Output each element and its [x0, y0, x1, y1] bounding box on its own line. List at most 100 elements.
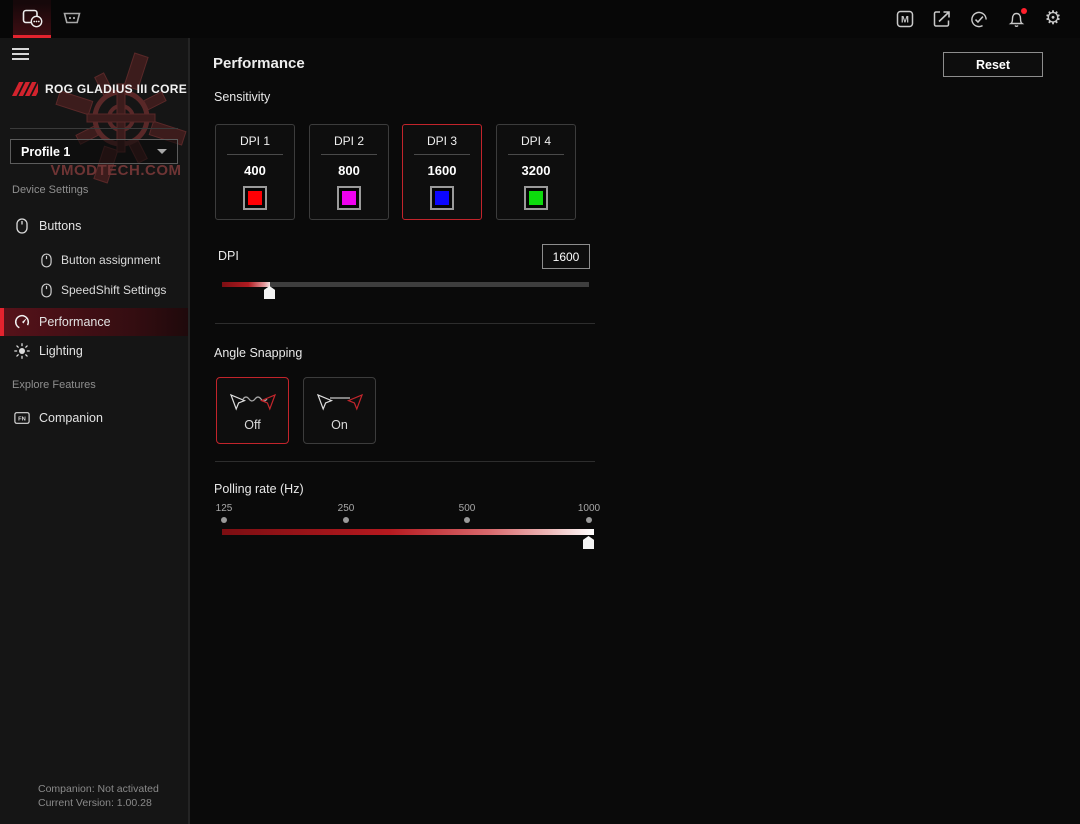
mouse-device-icon [22, 9, 42, 27]
settings-gear-icon[interactable]: ⚙ [1044, 8, 1062, 29]
angle-snapping-on-card[interactable]: On [303, 377, 376, 444]
polling-stop-dot[interactable] [343, 517, 349, 523]
dpi-preset-card-4[interactable]: DPI 4 3200 [496, 124, 576, 220]
divider [227, 154, 283, 155]
profile-selected-value: Profile 1 [21, 144, 71, 159]
dpi-preset-value: 400 [244, 163, 266, 178]
polling-tick-125: 125 [215, 503, 233, 514]
angle-snapping-off-icon [229, 393, 276, 411]
sidebar-item-label: Performance [39, 315, 111, 329]
angle-snapping-on-label: On [331, 418, 348, 432]
update-check-icon[interactable] [970, 10, 988, 28]
sidebar-item-button-assignment[interactable]: Button assignment [0, 246, 188, 274]
popout-glyph [933, 11, 950, 27]
rog-m-badge-glyph: M [896, 10, 914, 28]
dpi-preset-card-1[interactable]: DPI 1 400 [215, 124, 295, 220]
profile-dropdown[interactable]: Profile 1 [10, 139, 178, 164]
dpi-preset-card-2[interactable]: DPI 2 800 [309, 124, 389, 220]
polling-stop-dot[interactable] [586, 517, 592, 523]
sidebar-footer: Companion: Not activated Current Version… [38, 782, 159, 810]
mouse-icon [38, 282, 54, 298]
dpi-color-fill [248, 191, 262, 205]
dpi-color-swatch[interactable] [430, 186, 454, 210]
divider [215, 461, 595, 462]
gear-glyph: ⚙ [1044, 8, 1062, 29]
sidebar-item-label: SpeedShift Settings [61, 283, 167, 297]
page-title: Performance [213, 55, 305, 72]
device-name: ROG GLADIUS III CORE [45, 82, 188, 96]
sidebar-item-label: Lighting [39, 344, 83, 358]
divider [215, 323, 595, 324]
brightness-sun-icon [14, 343, 30, 359]
dpi-preset-value: 1600 [427, 163, 457, 178]
dpi-slider-fill [222, 282, 270, 287]
section-explore-features: Explore Features [12, 379, 96, 391]
notifications-bell-icon[interactable] [1007, 8, 1027, 28]
device-header: ROG GLADIUS III CORE [12, 82, 187, 96]
polling-slider-track[interactable] [222, 529, 594, 535]
mouse-icon [38, 252, 54, 268]
polling-stop-dot[interactable] [464, 517, 470, 523]
dpi-preset-label: DPI 1 [239, 134, 270, 148]
sidebar-item-label: Companion [39, 411, 103, 425]
popout-icon[interactable] [933, 10, 951, 28]
sidebar-item-lighting[interactable]: Lighting [0, 337, 188, 365]
reset-button[interactable]: Reset [943, 52, 1043, 77]
svg-text:FN: FN [18, 417, 26, 423]
mouse-icon [14, 218, 30, 234]
main-content: Performance Reset Sensitivity DPI 1 400 … [192, 38, 1080, 824]
hamburger-menu-icon[interactable] [12, 48, 29, 61]
dpi-color-swatch[interactable] [337, 186, 361, 210]
polling-stop-dot[interactable] [221, 517, 227, 523]
update-check-glyph [971, 11, 987, 27]
tab-dock-device[interactable] [53, 0, 91, 38]
polling-tick-1000: 1000 [577, 503, 601, 514]
polling-tick-250: 250 [337, 503, 355, 514]
rog-m-badge-icon[interactable]: M [896, 10, 914, 28]
polling-tick-500: 500 [458, 503, 476, 514]
dpi-slider-track[interactable] [222, 282, 589, 287]
dpi-preset-value: 3200 [521, 163, 551, 178]
polling-slider-fill [222, 529, 594, 535]
armoury-crate-window: M ⚙ VMODTECH.COM ROG GLADIUS III CORE Pr… [0, 0, 1080, 824]
dpi-color-fill [435, 191, 449, 205]
current-version: Current Version: 1.00.28 [38, 797, 152, 809]
dpi-color-fill [529, 191, 543, 205]
sidebar: VMODTECH.COM ROG GLADIUS III CORE Profil… [0, 38, 190, 824]
topbar: M ⚙ [0, 0, 1080, 38]
sidebar-item-buttons[interactable]: Buttons [0, 212, 188, 240]
dpi-value-box[interactable]: 1600 [542, 244, 590, 269]
section-device-settings: Device Settings [12, 184, 89, 196]
dpi-preset-label: DPI 3 [426, 134, 457, 148]
gauge-icon [14, 314, 30, 330]
polling-slider-thumb[interactable] [583, 536, 594, 549]
divider [321, 154, 377, 155]
chevron-down-icon [157, 149, 167, 154]
fn-key-icon: FN [14, 411, 30, 425]
dpi-preset-card-3-selected[interactable]: DPI 3 1600 [402, 124, 482, 220]
divider [414, 154, 470, 155]
dpi-color-swatch[interactable] [243, 186, 267, 210]
dpi-preset-label: DPI 4 [520, 134, 551, 148]
companion-status: Companion: Not activated [38, 783, 159, 795]
polling-rate-label: Polling rate (Hz) [214, 482, 304, 496]
dpi-color-swatch[interactable] [524, 186, 548, 210]
dock-device-icon [63, 12, 81, 24]
dpi-preset-value: 800 [338, 163, 360, 178]
topbar-right-icons: M ⚙ [896, 0, 1062, 38]
dpi-preset-label: DPI 2 [333, 134, 364, 148]
dpi-slider-label: DPI [218, 249, 239, 263]
watermark-text: VMODTECH.COM [50, 162, 182, 179]
sensitivity-label: Sensitivity [214, 90, 271, 104]
watermark-ornament [55, 52, 187, 184]
tab-mouse-device[interactable] [13, 0, 51, 38]
sidebar-item-performance[interactable]: Performance [0, 308, 188, 336]
angle-snapping-off-label: Off [244, 418, 261, 432]
angle-snapping-on-icon [316, 393, 363, 411]
angle-snapping-label: Angle Snapping [214, 346, 303, 360]
rog-stripes-icon [12, 82, 38, 96]
dpi-slider-thumb[interactable] [264, 286, 275, 299]
sidebar-item-speedshift-settings[interactable]: SpeedShift Settings [0, 276, 188, 304]
sidebar-item-companion[interactable]: FN Companion [0, 404, 188, 432]
angle-snapping-off-card[interactable]: Off [216, 377, 289, 444]
